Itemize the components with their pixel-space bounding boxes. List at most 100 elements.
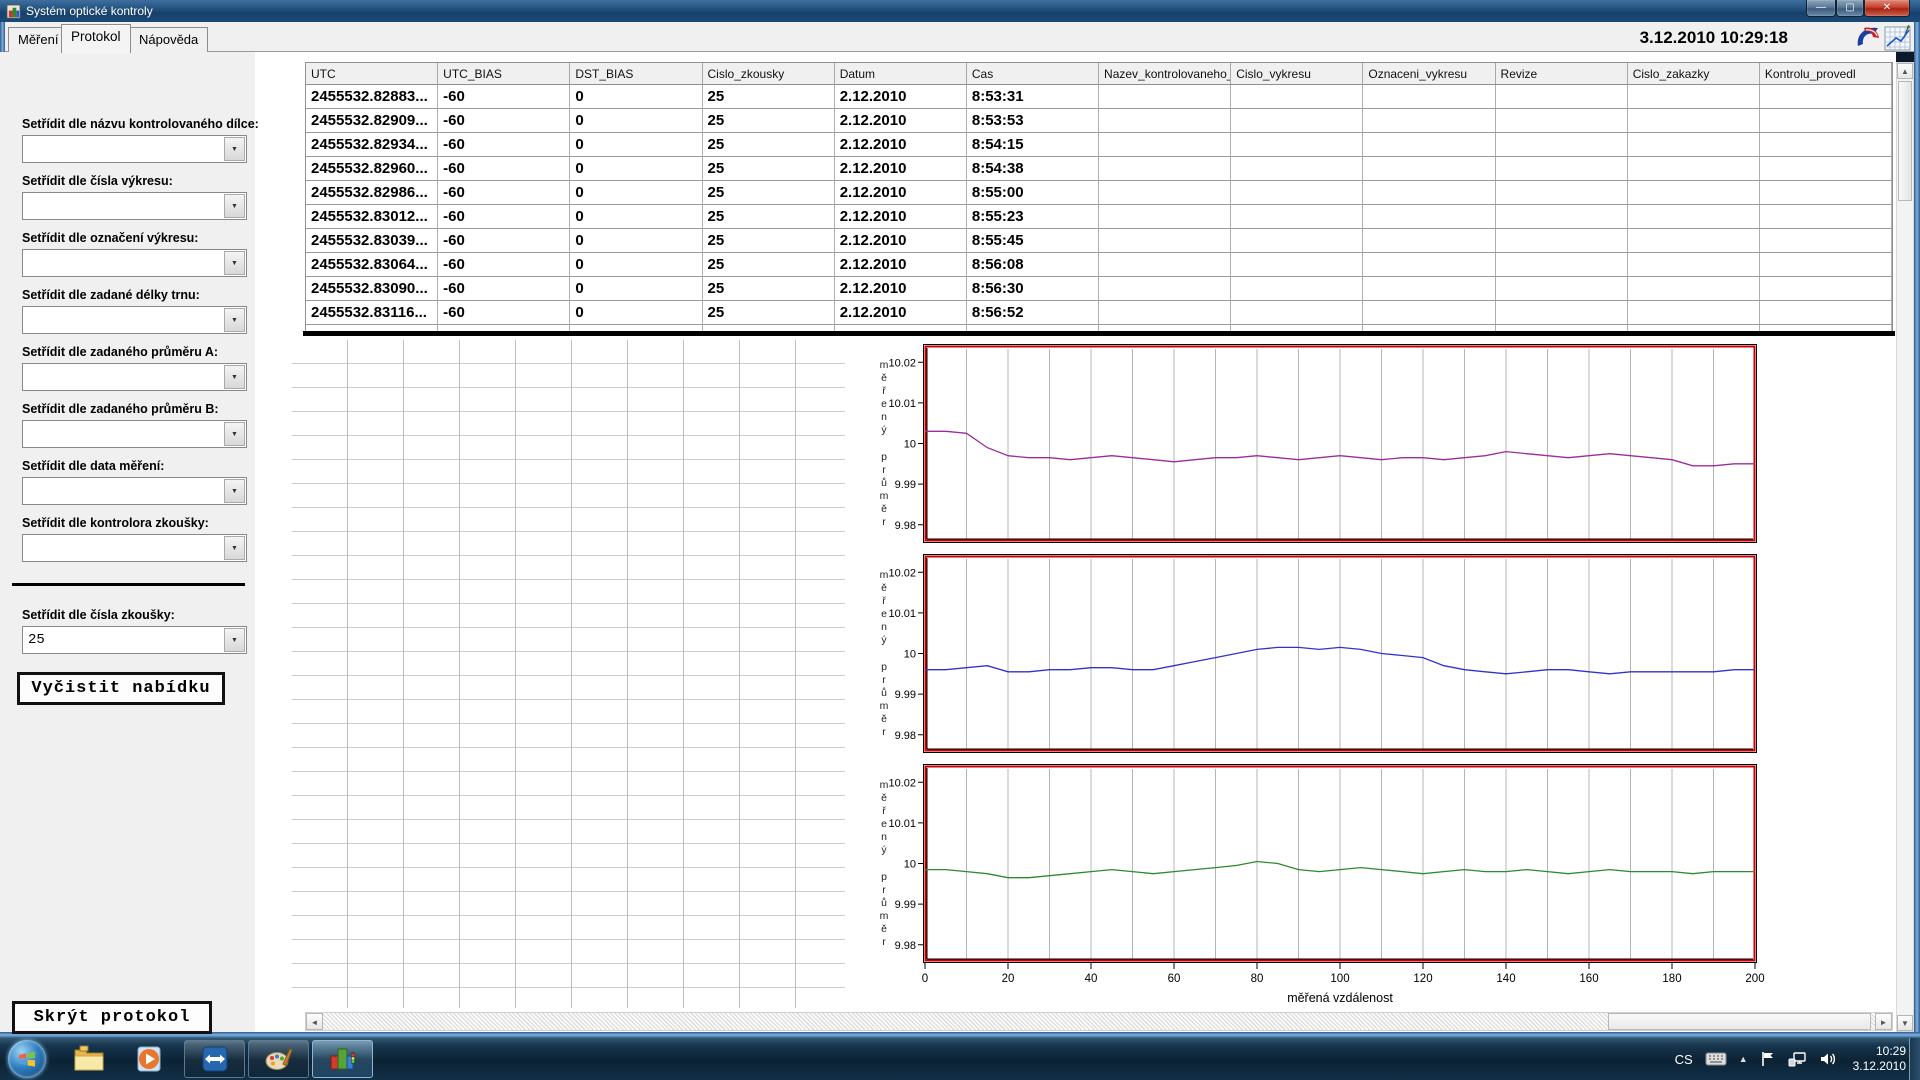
- taskbar-teamviewer-button[interactable]: [184, 1040, 245, 1078]
- minimize-button[interactable]: —: [1806, 0, 1836, 17]
- table-cell: 25: [703, 85, 835, 108]
- svg-text:n: n: [881, 621, 887, 633]
- horizontal-scrollbar-thumb[interactable]: [1608, 1013, 1871, 1030]
- scroll-left-icon[interactable]: ◄: [306, 1013, 323, 1030]
- svg-text:ý: ý: [881, 844, 887, 856]
- filter-combo-prumer-a[interactable]: ▼: [22, 363, 247, 391]
- filter-combo-cislo-vykresu[interactable]: ▼: [22, 192, 247, 220]
- filter-label-cislo-zkousky: Setřídit dle čísla zkoušky:: [22, 608, 175, 622]
- horizontal-scrollbar[interactable]: ◄ ►: [305, 1012, 1893, 1031]
- column-header[interactable]: Cislo_zkousky: [703, 63, 835, 84]
- chevron-down-icon[interactable]: ▼: [224, 251, 245, 275]
- taskbar: CS ▲ 10:29 3.12.2010: [0, 1038, 1920, 1080]
- language-indicator[interactable]: CS: [1675, 1052, 1693, 1067]
- volume-icon[interactable]: [1819, 1051, 1837, 1067]
- table-cell: -60: [438, 109, 570, 132]
- svg-text:10.01: 10.01: [888, 608, 916, 620]
- scroll-down-icon[interactable]: ▼: [1897, 1015, 1913, 1031]
- chevron-down-icon[interactable]: ▼: [224, 479, 245, 503]
- table-cell: -60: [438, 205, 570, 228]
- vertical-scrollbar[interactable]: ▲ ▼: [1896, 62, 1914, 1032]
- table-cell: 0: [570, 181, 702, 204]
- table-cell: 25: [703, 181, 835, 204]
- scroll-right-icon[interactable]: ►: [1875, 1013, 1892, 1030]
- chevron-down-icon[interactable]: ▼: [224, 628, 245, 652]
- svg-text:r: r: [882, 726, 886, 738]
- show-hidden-icons[interactable]: ▲: [1739, 1054, 1748, 1064]
- svg-text:r: r: [882, 884, 886, 896]
- filter-label-datum: Setřídit dle data měření:: [22, 459, 164, 473]
- filter-combo-delka-trnu[interactable]: ▼: [22, 306, 247, 334]
- table-cell: -60: [438, 85, 570, 108]
- tray-clock[interactable]: 10:29 3.12.2010: [1853, 1044, 1906, 1074]
- taskbar-paint-button[interactable]: [248, 1040, 309, 1078]
- clear-menu-button[interactable]: Vyčistit nabídku: [17, 672, 225, 705]
- table-cell: 25: [703, 157, 835, 180]
- tab-mereni[interactable]: Měření: [8, 27, 68, 52]
- column-header[interactable]: UTC: [306, 63, 438, 84]
- chevron-down-icon[interactable]: ▼: [224, 308, 245, 332]
- filter-label-kontrolor: Setřídit dle kontrolora zkoušky:: [22, 516, 209, 530]
- table-cell: 2455532.82986...: [306, 181, 438, 204]
- svg-text:ů: ů: [881, 477, 887, 489]
- tab-protokol[interactable]: Protokol: [61, 24, 131, 53]
- tab-napoveda[interactable]: Nápověda: [129, 27, 208, 52]
- table-cell: 0: [570, 205, 702, 228]
- svg-text:n: n: [881, 831, 887, 843]
- filter-combo-oznaceni[interactable]: ▼: [22, 249, 247, 277]
- table-cell: 2455532.83116...: [306, 301, 438, 324]
- svg-text:e: e: [881, 608, 887, 620]
- chevron-down-icon[interactable]: ▼: [224, 194, 245, 218]
- vertical-scrollbar-thumb[interactable]: [1898, 81, 1912, 201]
- chevron-down-icon[interactable]: ▼: [224, 365, 245, 389]
- taskbar-media-player-button[interactable]: [132, 1042, 166, 1076]
- svg-text:ě: ě: [881, 372, 887, 384]
- chevron-down-icon[interactable]: ▼: [224, 137, 245, 161]
- svg-text:p: p: [881, 451, 887, 463]
- table-cell: 2455532.82934...: [306, 133, 438, 156]
- table-cell: -60: [438, 181, 570, 204]
- column-header[interactable]: UTC_BIAS: [438, 63, 570, 84]
- table-cell: 25: [703, 109, 835, 132]
- filter-combo-kontrolor[interactable]: ▼: [22, 534, 247, 562]
- close-button[interactable]: ✕: [1864, 0, 1910, 17]
- svg-text:ů: ů: [881, 687, 887, 699]
- svg-text:10: 10: [904, 439, 916, 451]
- taskbar-explorer-button[interactable]: [72, 1042, 106, 1076]
- column-header[interactable]: DST_BIAS: [570, 63, 702, 84]
- table-cell: 0: [570, 277, 702, 300]
- paint-icon: [263, 1044, 295, 1074]
- tray-time: 10:29: [1853, 1044, 1906, 1059]
- svg-text:10.02: 10.02: [888, 777, 916, 789]
- empty-measurement-grid: [292, 340, 845, 1008]
- maximize-button[interactable]: ▢: [1836, 0, 1864, 17]
- network-icon[interactable]: [1788, 1051, 1807, 1067]
- table-cell: 25: [703, 205, 835, 228]
- table-cell: 2455532.83064...: [306, 253, 438, 276]
- start-button[interactable]: [8, 1040, 46, 1078]
- svg-text:9.98: 9.98: [895, 940, 916, 952]
- svg-text:ý: ý: [881, 424, 887, 436]
- hide-protocol-button[interactable]: Skrýt protokol: [12, 1001, 212, 1034]
- svg-text:10: 10: [904, 649, 916, 661]
- filter-combo-datum[interactable]: ▼: [22, 477, 247, 505]
- scroll-up-icon[interactable]: ▲: [1897, 63, 1913, 79]
- action-center-flag-icon[interactable]: [1760, 1051, 1776, 1067]
- filter-combo-prumer-b[interactable]: ▼: [22, 420, 247, 448]
- chevron-down-icon[interactable]: ▼: [224, 536, 245, 560]
- filter-combo-dilce[interactable]: ▼: [22, 135, 247, 163]
- window-title: Systém optické kontroly: [26, 4, 153, 18]
- table-cell: 2455532.83012...: [306, 205, 438, 228]
- filter-label-cislo-vykresu: Setřídit dle čísla výkresu:: [22, 174, 173, 188]
- filter-combo-cislo-zkousky[interactable]: 25▼: [22, 626, 247, 654]
- keyboard-layout-icon[interactable]: [1705, 1052, 1727, 1066]
- table-cell: 2455532.82883...: [306, 85, 438, 108]
- table-cell: 2455532.83039...: [306, 229, 438, 252]
- table-cell: 0: [570, 85, 702, 108]
- table-cell: 2455532.82909...: [306, 109, 438, 132]
- chevron-down-icon[interactable]: ▼: [224, 422, 245, 446]
- taskbar-optical-control-app-button[interactable]: [312, 1040, 373, 1078]
- table-cell: 0: [570, 229, 702, 252]
- show-desktop-button[interactable]: [1909, 1038, 1920, 1080]
- table-cell: -60: [438, 133, 570, 156]
